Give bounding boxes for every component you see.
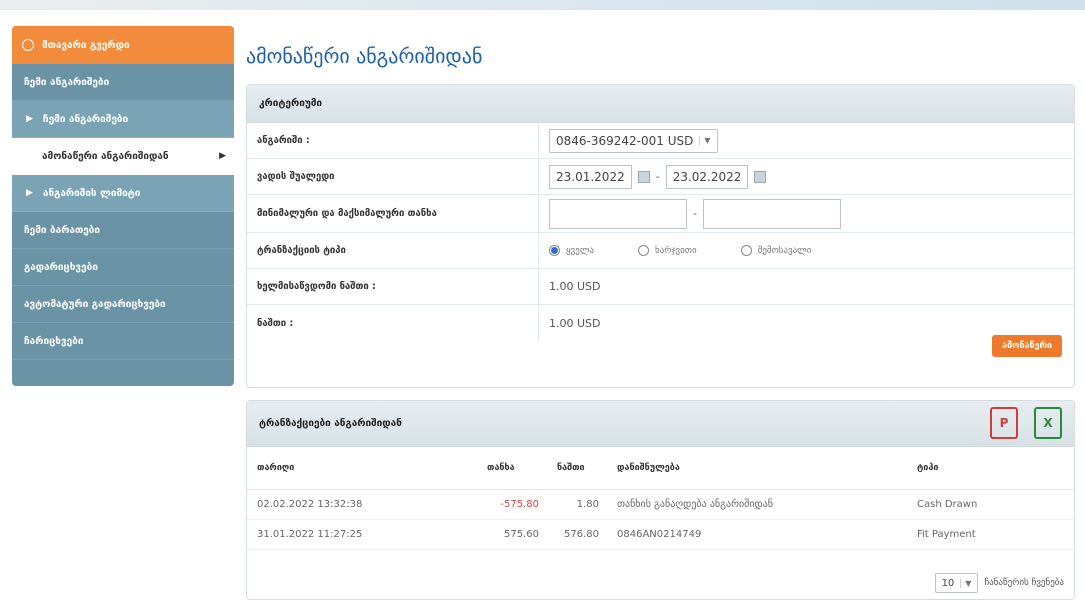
statement-button[interactable]: ამონაწერი bbox=[992, 335, 1062, 357]
sidebar-item-label: ჩემი ანგარიშები bbox=[24, 76, 110, 88]
transactions-header: ტრანზაქციები ანგარიშიდან bbox=[247, 401, 1074, 447]
balance-value: 1.00 USD bbox=[549, 316, 601, 330]
arrow-right-icon: ▶ bbox=[26, 188, 33, 198]
amount-label: მინიმალური და მაქსიმალური თანხა bbox=[247, 195, 539, 232]
page-size-select[interactable]: 10 ▼ bbox=[934, 573, 979, 593]
col-type: ტიპი bbox=[907, 447, 1074, 490]
table-row: 02.02.2022 13:32:38 -575.80 1.80 თანხის … bbox=[247, 489, 1074, 520]
account-row: ანგარიში : 0846-369242-001 USD ▼ bbox=[247, 123, 1074, 159]
sidebar-item-accounts-sub[interactable]: ▶ ჩემი ანგარიშები bbox=[12, 101, 234, 138]
account-label: ანგარიში : bbox=[247, 123, 539, 158]
max-amount-input[interactable] bbox=[702, 198, 841, 229]
date-separator: - bbox=[655, 170, 660, 183]
sidebar-item-my-accounts[interactable]: ჩემი ანგარიშები bbox=[12, 64, 234, 101]
sidebar-item-account-limit[interactable]: ▶ ანგარიშის ლიმიტი bbox=[12, 175, 234, 212]
top-bar bbox=[0, 0, 1085, 10]
chevron-down-icon: ▼ bbox=[960, 578, 971, 588]
radio-button-selected[interactable] bbox=[549, 245, 560, 256]
sidebar-item-label: ჩემი ბარათები bbox=[24, 224, 101, 236]
sidebar-item-label: ჩემი ანგარიშები bbox=[42, 113, 129, 125]
available-value: 1.00 USD bbox=[549, 280, 601, 293]
sidebar-item-label: ანგარიშის ლიმიტი bbox=[42, 187, 141, 199]
page-size-label: ჩანაწერის ჩვენება bbox=[984, 578, 1064, 588]
cell-balance: 576.80 bbox=[547, 519, 607, 550]
sidebar-item-deposits[interactable]: ჩარიცხვები bbox=[12, 323, 234, 360]
excel-export-icon[interactable]: X bbox=[1034, 407, 1062, 439]
page-title: ამონაწერი ანგარიშიდან bbox=[246, 44, 483, 68]
cell-type: Fit Payment bbox=[907, 519, 1074, 550]
sidebar-item-label: ავტომატური გადარიცხვები bbox=[24, 298, 166, 310]
sidebar: მთავარი გვერდი ჩემი ანგარიშები ▶ ჩემი ან… bbox=[12, 26, 234, 386]
chevron-down-icon: ▼ bbox=[699, 136, 711, 145]
type-row: ტრანზაქციის ტიპი ყველა ხარჯვითი შემოსავა… bbox=[247, 233, 1074, 269]
sidebar-item-label: ამონაწერი ანგარიშიდან bbox=[42, 150, 169, 162]
balance-label: ნაშთი : bbox=[247, 305, 539, 341]
cell-amount: -575.80 bbox=[477, 489, 547, 520]
home-icon bbox=[22, 39, 34, 51]
pager: 10 ▼ ჩანაწერის ჩვენება bbox=[934, 573, 1064, 593]
sidebar-home[interactable]: მთავარი გვერდი bbox=[12, 26, 234, 64]
min-amount-input[interactable] bbox=[549, 198, 687, 229]
calendar-icon[interactable] bbox=[637, 170, 650, 183]
available-row: ხელმისაწვდომი ნაშთი : 1.00 USD bbox=[247, 269, 1074, 305]
transactions-panel: ტრანზაქციები ანგარიშიდან P X თარიღი თანხ… bbox=[246, 400, 1075, 600]
sidebar-item-statement[interactable]: ამონაწერი ანგარიშიდან ▶ bbox=[12, 138, 234, 175]
account-select[interactable]: 0846-369242-001 USD ▼ bbox=[549, 128, 718, 153]
cell-type: Cash Drawn bbox=[907, 489, 1074, 520]
date-from-input[interactable]: 23.01.2022 bbox=[549, 164, 632, 189]
amount-row: მინიმალური და მაქსიმალური თანხა - bbox=[247, 195, 1074, 233]
sidebar-item-label: გადარიცხვები bbox=[24, 261, 98, 273]
page-size-value: 10 bbox=[941, 577, 955, 589]
period-row: ვადის შუალედი 23.01.2022 - 23.02.2022 bbox=[247, 159, 1074, 195]
criteria-header: კრიტერიუმი bbox=[247, 85, 1074, 123]
cell-description: თანხის განაღდება ანგარიშიდან bbox=[607, 489, 907, 520]
criteria-panel: კრიტერიუმი ანგარიში : 0846-369242-001 US… bbox=[246, 84, 1075, 388]
cell-balance: 1.80 bbox=[547, 489, 607, 520]
transactions-table: თარიღი თანხა ნაშთი დანიშნულება ტიპი 02.0… bbox=[247, 447, 1074, 550]
radio-button[interactable] bbox=[638, 245, 649, 256]
cell-amount: 575.60 bbox=[477, 519, 547, 550]
radio-all[interactable]: ყველა bbox=[549, 245, 594, 256]
cell-description: 0846AN0214749 bbox=[607, 519, 907, 550]
radio-debit-label: ხარჯვითი bbox=[655, 245, 697, 256]
radio-credit[interactable]: შემოსავალი bbox=[740, 245, 812, 256]
balance-row: ნაშთი : 1.00 USD bbox=[247, 305, 1074, 341]
pdf-export-icon[interactable]: P bbox=[990, 407, 1018, 439]
radio-all-label: ყველა bbox=[566, 245, 594, 256]
col-amount: თანხა bbox=[477, 447, 547, 490]
type-label: ტრანზაქციის ტიპი bbox=[247, 233, 539, 268]
col-date: თარიღი bbox=[247, 447, 477, 490]
sidebar-item-label: ჩარიცხვები bbox=[24, 335, 84, 347]
sidebar-item-cards[interactable]: ჩემი ბარათები bbox=[12, 212, 234, 249]
cell-date: 31.01.2022 11:27:25 bbox=[247, 519, 477, 550]
arrow-right-icon: ▶ bbox=[219, 151, 226, 161]
sidebar-item-transfers[interactable]: გადარიცხვები bbox=[12, 249, 234, 286]
arrow-right-icon: ▶ bbox=[26, 114, 33, 124]
radio-button[interactable] bbox=[740, 245, 752, 256]
sidebar-home-label: მთავარი გვერდი bbox=[42, 39, 130, 51]
amount-separator: - bbox=[693, 207, 697, 220]
period-label: ვადის შუალედი bbox=[247, 159, 539, 194]
col-description: დანიშნულება bbox=[607, 447, 907, 490]
calendar-icon[interactable] bbox=[754, 170, 767, 183]
available-label: ხელმისაწვდომი ნაშთი : bbox=[247, 269, 539, 304]
date-to-input[interactable]: 23.02.2022 bbox=[665, 164, 749, 189]
account-value: 0846-369242-001 USD bbox=[556, 133, 694, 148]
table-row: 31.01.2022 11:27:25 575.60 576.80 0846AN… bbox=[247, 519, 1074, 550]
col-balance: ნაშთი bbox=[547, 447, 607, 490]
radio-debit[interactable]: ხარჯვითი bbox=[638, 245, 697, 256]
cell-date: 02.02.2022 13:32:38 bbox=[247, 489, 477, 520]
radio-credit-label: შემოსავალი bbox=[757, 245, 812, 256]
sidebar-item-auto-transfers[interactable]: ავტომატური გადარიცხვები bbox=[12, 286, 234, 323]
